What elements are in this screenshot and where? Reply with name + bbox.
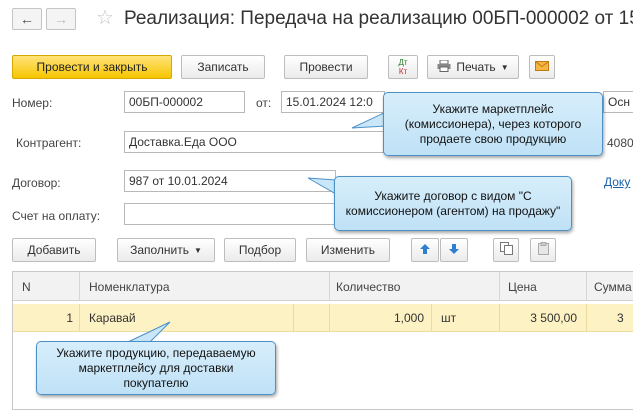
invoice-field[interactable] bbox=[124, 203, 336, 225]
date-label: от: bbox=[256, 96, 272, 110]
marketplace-hint-callout: Укажите маркетплейс (комиссионера), чере… bbox=[383, 92, 603, 156]
post-and-close-button[interactable]: Провести и закрыть bbox=[12, 55, 172, 79]
chevron-down-icon: ▼ bbox=[194, 245, 202, 255]
column-divider bbox=[79, 304, 80, 332]
paste-button[interactable] bbox=[530, 238, 556, 262]
account-number-text: 4080 bbox=[607, 136, 633, 150]
printer-icon bbox=[437, 59, 451, 75]
header-n[interactable]: N bbox=[22, 280, 31, 294]
paste-icon bbox=[537, 242, 550, 258]
counterparty-label: Контрагент: bbox=[16, 136, 82, 150]
number-field[interactable]: 00БП-000002 bbox=[124, 91, 245, 113]
documents-link[interactable]: Доку bbox=[604, 175, 630, 189]
print-button[interactable]: Печать ▼ bbox=[427, 55, 519, 79]
copy-button[interactable] bbox=[493, 238, 519, 262]
fill-label: Заполнить bbox=[130, 243, 189, 257]
callout-pointer bbox=[351, 111, 387, 129]
counterparty-field[interactable]: Доставка.Еда ООО bbox=[124, 131, 386, 153]
cell-sum[interactable]: 3 bbox=[617, 311, 624, 325]
email-button[interactable] bbox=[529, 55, 555, 79]
post-button[interactable]: Провести bbox=[284, 55, 368, 79]
dt-kt-button[interactable]: Дт Кт bbox=[388, 55, 418, 79]
contract-hint-callout: Укажите договор с видом "С комиссионером… bbox=[334, 176, 572, 231]
arrow-right-icon: → bbox=[54, 11, 68, 27]
date-field[interactable]: 15.01.2024 12:0 bbox=[281, 91, 385, 113]
column-divider bbox=[586, 304, 587, 332]
marketplace-hint-text: Укажите маркетплейс (комиссионера), чере… bbox=[404, 101, 582, 146]
chevron-down-icon: ▼ bbox=[500, 62, 509, 72]
organization-field[interactable]: Осн bbox=[603, 91, 633, 113]
star-icon[interactable]: ☆ bbox=[96, 5, 114, 30]
invoice-label: Счет на оплату: bbox=[12, 209, 101, 223]
arrow-down-icon bbox=[448, 243, 460, 258]
contract-hint-text: Укажите договор с видом "С комиссионером… bbox=[345, 188, 561, 218]
save-button[interactable]: Записать bbox=[181, 55, 265, 79]
move-up-button[interactable] bbox=[411, 238, 439, 262]
header-item[interactable]: Номенклатура bbox=[89, 280, 170, 294]
forward-button[interactable]: → bbox=[46, 8, 76, 30]
arrow-up-icon bbox=[419, 243, 431, 258]
column-divider bbox=[499, 272, 500, 301]
cell-unit: шт bbox=[441, 311, 457, 325]
dt-label: Дт bbox=[398, 58, 408, 67]
column-divider bbox=[293, 304, 294, 332]
number-label: Номер: bbox=[12, 96, 53, 110]
table-header: N Номенклатура Количество Цена Сумма bbox=[13, 272, 633, 301]
arrow-left-icon: ← bbox=[20, 11, 34, 27]
product-hint-callout: Укажите продукцию, передаваемую маркетпл… bbox=[36, 341, 276, 395]
copy-icon bbox=[499, 242, 513, 258]
cell-n: 1 bbox=[66, 311, 73, 325]
cell-quantity[interactable]: 1,000 bbox=[329, 311, 424, 325]
print-label: Печать bbox=[456, 60, 496, 74]
envelope-icon bbox=[535, 60, 549, 74]
column-divider bbox=[79, 272, 80, 301]
column-divider bbox=[329, 272, 330, 301]
cell-item[interactable]: Каравай bbox=[89, 311, 136, 325]
add-button[interactable]: Добавить bbox=[12, 238, 96, 262]
move-down-button[interactable] bbox=[440, 238, 468, 262]
header-quantity[interactable]: Количество bbox=[336, 280, 400, 294]
header-price[interactable]: Цена bbox=[508, 280, 537, 294]
edit-button[interactable]: Изменить bbox=[306, 238, 390, 262]
cell-price[interactable]: 3 500,00 bbox=[499, 311, 577, 325]
select-button[interactable]: Подбор bbox=[224, 238, 296, 262]
kt-label: Кт bbox=[398, 67, 408, 76]
fill-button[interactable]: Заполнить ▼ bbox=[117, 238, 215, 262]
back-button[interactable]: ← bbox=[12, 8, 42, 30]
column-divider bbox=[431, 304, 432, 332]
table-row[interactable]: 1 Каравай 1,000 шт 3 500,00 3 bbox=[13, 304, 633, 332]
window-title: Реализация: Передача на реализацию 00БП-… bbox=[124, 8, 633, 29]
contract-label: Договор: bbox=[12, 176, 61, 190]
contract-field[interactable]: 987 от 10.01.2024 bbox=[124, 170, 336, 192]
header-sum[interactable]: Сумма bbox=[594, 280, 632, 294]
product-hint-text: Укажите продукцию, передаваемую маркетпл… bbox=[56, 345, 256, 390]
column-divider bbox=[586, 272, 587, 301]
